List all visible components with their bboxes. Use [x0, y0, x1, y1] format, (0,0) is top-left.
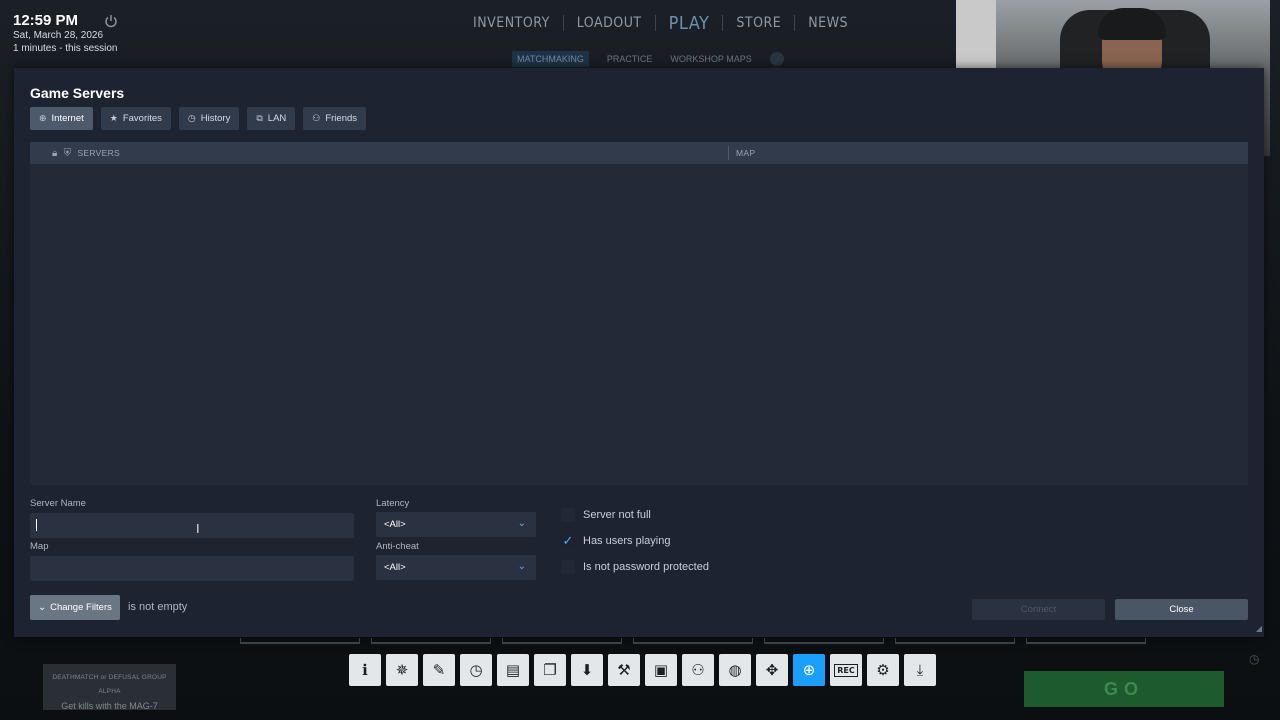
- people-icon: ⚇: [312, 113, 321, 123]
- filter-has-users-playing[interactable]: ✓ Has users playing: [561, 533, 671, 548]
- server-list[interactable]: [30, 164, 1248, 485]
- connect-button[interactable]: Connect: [972, 599, 1105, 620]
- tab-internet[interactable]: ⊕ Internet: [30, 107, 93, 130]
- globe-icon: ⊕: [39, 113, 47, 123]
- chevron-down-icon: ⌄: [517, 561, 526, 572]
- shield-icon[interactable]: ⛨: [64, 148, 72, 159]
- latency-label: Latency: [376, 498, 410, 509]
- tab-label: Internet: [51, 113, 84, 124]
- chat-icon[interactable]: ❐: [534, 654, 566, 686]
- nav-news[interactable]: NEWS: [808, 15, 848, 31]
- game-servers-dialog: Game Servers ⊕ Internet ★ Favorites ◷ Hi…: [14, 68, 1264, 637]
- compass-icon[interactable]: ◍: [719, 654, 751, 686]
- screenshot-icon[interactable]: ▣: [645, 654, 677, 686]
- map-input[interactable]: [30, 556, 354, 581]
- tab-favorites[interactable]: ★ Favorites: [100, 107, 171, 130]
- text-caret: [36, 519, 37, 531]
- double-chevron-down-icon: ⌄: [38, 602, 47, 613]
- tab-lan[interactable]: ⧉ LAN: [247, 107, 296, 130]
- checkbox-unchecked[interactable]: [561, 560, 575, 574]
- server-list-header: 🔒︎ ⛨ SERVERS MAP: [30, 142, 1248, 164]
- checkmark-icon[interactable]: ✓: [561, 533, 575, 548]
- server-tabs: ⊕ Internet ★ Favorites ◷ History ⧉ LAN ⚇…: [30, 107, 367, 130]
- info-icon[interactable]: ℹ: [349, 654, 381, 686]
- network-icon: ⧉: [256, 113, 263, 123]
- tab-history[interactable]: ◷ History: [178, 107, 240, 130]
- latency-select[interactable]: <All> ⌄: [376, 512, 536, 537]
- filter-summary: is not empty: [128, 601, 188, 613]
- wrench-icon[interactable]: ⚒: [608, 654, 640, 686]
- session-duration: 1 minutes - this session: [13, 43, 118, 54]
- clock-icon: ◷: [187, 113, 196, 123]
- server-name-input[interactable]: [30, 513, 354, 538]
- star-icon: ★: [109, 113, 118, 123]
- nav-store[interactable]: STORE: [736, 15, 781, 31]
- check-label: Is not password protected: [583, 561, 709, 573]
- mission-mode: DEATHMATCH or DEFUSAL GROUP ALPHA: [52, 674, 167, 695]
- gear-icon[interactable]: ⚙: [867, 654, 899, 686]
- resize-grip-icon[interactable]: ◢: [1256, 624, 1262, 633]
- nav-separator: [562, 15, 564, 31]
- badge-icon[interactable]: ✵: [386, 654, 418, 686]
- checkbox-unchecked[interactable]: [561, 508, 575, 522]
- lock-icon[interactable]: 🔒︎: [52, 148, 58, 159]
- latency-value: <All>: [384, 519, 406, 530]
- change-filters-label: Change Filters: [50, 602, 112, 613]
- notebook-icon[interactable]: ▤: [497, 654, 529, 686]
- change-filters-button[interactable]: ⌄ Change Filters: [30, 595, 120, 620]
- nav-separator: [794, 15, 796, 31]
- nav-separator: [654, 15, 656, 31]
- mission-card[interactable]: DEATHMATCH or DEFUSAL GROUP ALPHA Get ki…: [43, 664, 176, 711]
- tab-label: History: [200, 113, 231, 124]
- anticheat-value: <All>: [384, 562, 406, 573]
- history-icon[interactable]: ◷: [1249, 648, 1259, 670]
- filter-server-not-full[interactable]: Server not full: [561, 508, 651, 522]
- tab-label: Friends: [325, 113, 358, 124]
- check-label: Has users playing: [583, 535, 671, 547]
- column-servers[interactable]: SERVERS: [77, 148, 120, 158]
- column-divider[interactable]: [728, 146, 729, 160]
- tab-friends[interactable]: ⚇ Friends: [303, 107, 367, 130]
- power-icon[interactable]: [104, 14, 118, 28]
- clock-icon[interactable]: ◷: [460, 654, 492, 686]
- anticheat-label: Anti-cheat: [376, 541, 419, 552]
- download-icon[interactable]: ⬇: [571, 654, 603, 686]
- nav-play[interactable]: PLAY: [669, 13, 710, 34]
- check-label: Server not full: [583, 509, 651, 521]
- minimize-icon[interactable]: ⤓: [904, 654, 936, 686]
- close-button[interactable]: Close: [1115, 599, 1248, 620]
- gamepad-icon[interactable]: ✥: [756, 654, 788, 686]
- anticheat-select[interactable]: <All> ⌄: [376, 555, 536, 580]
- overlay-date: Sat, March 28, 2026: [13, 30, 104, 41]
- rec-icon[interactable]: REC: [830, 654, 862, 686]
- community-globe-icon[interactable]: [769, 52, 784, 66]
- column-map[interactable]: MAP: [736, 148, 755, 158]
- overlay-clock: 12:59 PM Sat, March 28, 2026 1 minutes -…: [13, 12, 118, 55]
- game-main-nav: INVENTORY LOADOUT PLAY STORE NEWS: [473, 12, 848, 34]
- overlay-time: 12:59 PM: [13, 12, 79, 29]
- subnav-matchmaking[interactable]: MATCHMAKING: [512, 51, 589, 67]
- chevron-down-icon: ⌄: [517, 518, 526, 529]
- map-label: Map: [30, 541, 49, 552]
- nav-loadout[interactable]: LOADOUT: [577, 15, 642, 31]
- play-subnav: MATCHMAKING PRACTICE WORKSHOP MAPS: [512, 51, 784, 67]
- mouse-cursor-ibeam: I: [196, 521, 200, 536]
- nav-inventory[interactable]: INVENTORY: [473, 15, 550, 31]
- server-name-label: Server Name: [30, 498, 86, 509]
- go-button[interactable]: GO: [1024, 671, 1224, 707]
- tab-label: LAN: [267, 113, 287, 124]
- subnav-practice[interactable]: PRACTICE: [607, 54, 653, 64]
- globe-icon[interactable]: ⊕: [793, 654, 825, 686]
- subnav-workshop[interactable]: WORKSHOP MAPS: [670, 54, 751, 64]
- side-icons: ◷: [1249, 648, 1259, 670]
- friends-icon[interactable]: ⚇: [682, 654, 714, 686]
- tab-label: Favorites: [122, 113, 162, 124]
- filter-not-password-protected[interactable]: Is not password protected: [561, 560, 709, 574]
- nav-separator: [722, 15, 724, 31]
- loadout-slots: [240, 638, 1146, 644]
- steam-overlay-toolbar: ℹ ✵ ✎ ◷ ▤ ❐ ⬇ ⚒ ▣ ⚇ ◍ ✥ ⊕ REC ⚙ ⤓: [349, 654, 936, 686]
- pencil-icon[interactable]: ✎: [423, 654, 455, 686]
- mission-objective: Get kills with the MAG-7: [61, 701, 158, 711]
- dialog-title: Game Servers: [30, 85, 125, 101]
